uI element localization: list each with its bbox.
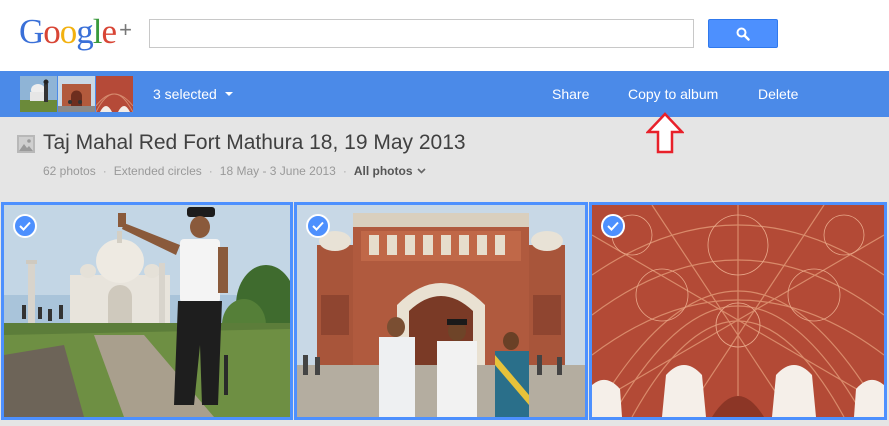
album-image-icon: [17, 135, 35, 153]
photo-count: 62 photos: [43, 164, 96, 178]
chevron-down-icon: [416, 168, 426, 174]
selected-check-icon[interactable]: [601, 214, 625, 238]
selected-thumbnail[interactable]: [96, 76, 133, 112]
selected-thumbnails: [20, 76, 133, 112]
logo-letter: o: [43, 12, 60, 51]
red-ceiling-photo: [592, 205, 884, 417]
share-button[interactable]: Share: [552, 71, 589, 117]
logo-letter: l: [92, 12, 103, 51]
album-title: Taj Mahal Red Fort Mathura 18, 19 May 20…: [43, 131, 466, 154]
annotation-arrow-up-icon: [646, 112, 684, 154]
copy-to-album-button[interactable]: Copy to album: [628, 71, 718, 117]
red-fort-gate-photo: [297, 205, 585, 417]
photo-tile-red-ceiling[interactable]: [589, 202, 887, 420]
taj-mahal-photo: [4, 205, 290, 417]
visibility-label[interactable]: Extended circles: [114, 164, 202, 178]
logo-plus: +: [119, 17, 132, 42]
photo-tile-taj-mahal[interactable]: [1, 202, 293, 420]
logo-letter: G: [19, 12, 44, 51]
logo-letter: g: [76, 12, 93, 51]
google-plus-logo[interactable]: G o o g l e +: [19, 12, 132, 52]
selected-check-icon[interactable]: [306, 214, 330, 238]
delete-button[interactable]: Delete: [758, 71, 798, 117]
album-meta: 62 photos · Extended circles · 18 May - …: [43, 164, 426, 178]
date-range: 18 May - 3 June 2013: [219, 164, 336, 178]
separator-dot: ·: [342, 164, 347, 178]
logo-letter: o: [59, 12, 77, 51]
search-input[interactable]: [149, 19, 694, 48]
magnifier-icon: [736, 27, 750, 41]
selected-check-icon[interactable]: [13, 214, 37, 238]
separator-dot: ·: [208, 164, 213, 178]
selected-thumbnail[interactable]: [20, 76, 57, 112]
selection-count-label: 3 selected: [153, 86, 217, 102]
top-header: G o o g l e +: [0, 0, 889, 71]
photo-filter-label: All photos: [353, 164, 413, 178]
selected-thumbnail[interactable]: [58, 76, 95, 112]
caret-down-icon: [224, 92, 233, 96]
photo-filter-dropdown[interactable]: All photos: [354, 164, 426, 178]
separator-dot: ·: [102, 164, 107, 178]
search-button[interactable]: [708, 19, 778, 48]
selection-count-dropdown[interactable]: 3 selected: [153, 71, 233, 117]
selection-action-bar: 3 selected Share Copy to album Delete: [0, 71, 889, 117]
photo-tile-red-fort-gate[interactable]: [294, 202, 588, 420]
logo-letter: e: [101, 12, 118, 51]
